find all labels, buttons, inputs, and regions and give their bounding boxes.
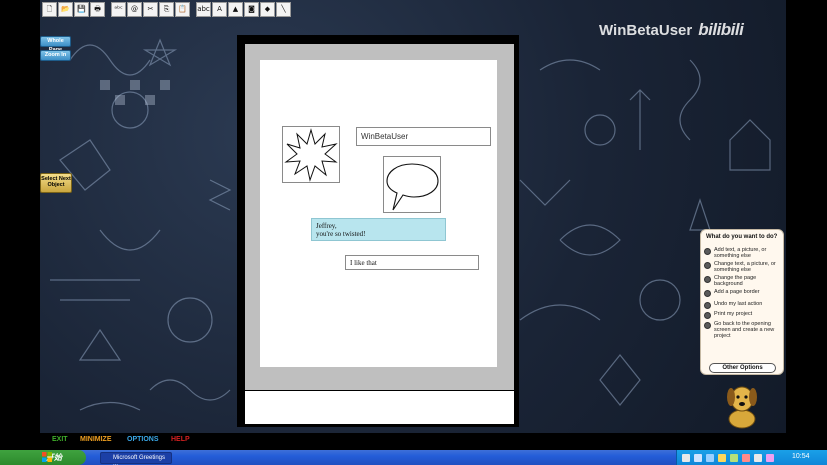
desktop-screen: 🗋📂💾🖶 ᵃᵇᶜ@✂⎘📋 abcA▲◙◆╲ Whole Page Zoom In S…: [0, 0, 827, 465]
taskbar-item-greetings[interactable]: Microsoft Greetings ...: [100, 452, 172, 465]
help-panel-title: What do you want to do?: [706, 234, 778, 240]
minimize-button[interactable]: MINIMIZE: [80, 436, 112, 443]
dog-mascot-icon[interactable]: [722, 379, 762, 429]
message-line-1: Jeffrey,: [316, 222, 337, 230]
help-option[interactable]: Undo my last action: [704, 301, 780, 309]
options-button[interactable]: OPTIONS: [127, 436, 159, 443]
title-text-box[interactable]: WinBetaUser: [356, 127, 491, 146]
help-option-label: Add text, a picture, or something else: [714, 247, 767, 259]
copy-icon[interactable]: ⎘: [159, 2, 174, 17]
toolbar: 🗋 📂 💾 🖶 ᵃᵇᶜ @ ✂ ⎘ 📋 abc A ▲ ◙ ◆ ╲: [42, 2, 291, 18]
font-icon[interactable]: abc: [196, 2, 211, 17]
shapes-icon[interactable]: ◆: [260, 2, 275, 17]
exit-button[interactable]: EXIT: [52, 436, 68, 443]
toolbar-separator: [106, 2, 110, 18]
new-page-icon[interactable]: 🗋: [42, 2, 57, 17]
help-option-bullet-icon: [704, 322, 711, 329]
card-page[interactable]: [260, 60, 497, 367]
page-bottom-panel: [245, 391, 514, 424]
save-icon[interactable]: 💾: [74, 2, 89, 17]
tray-antivirus-icon[interactable]: [742, 454, 750, 462]
help-option-label: Go back to the opening screen and create…: [714, 321, 775, 339]
message-text-box[interactable]: Jeffrey, you're so twisted!: [311, 218, 446, 241]
zoom-in-button[interactable]: Zoom In: [40, 50, 71, 61]
help-option-bullet-icon: [704, 290, 711, 297]
watermark-username: WinBetaUser: [599, 21, 693, 39]
help-option-label: Add a page border: [714, 289, 760, 295]
cut-icon[interactable]: ✂: [143, 2, 158, 17]
spell-check-icon[interactable]: ᵃᵇᶜ: [111, 2, 126, 17]
speech-bubble-icon: [386, 163, 439, 211]
tray-app-icon[interactable]: [766, 454, 774, 462]
paste-icon[interactable]: 📋: [175, 2, 190, 17]
open-folder-icon[interactable]: 📂: [58, 2, 73, 17]
tray-safe-remove-icon[interactable]: [706, 454, 714, 462]
text-icon[interactable]: A: [212, 2, 227, 17]
like-text-box[interactable]: I like that: [345, 255, 479, 270]
help-panel: What do you want to do? Add text, a pict…: [700, 229, 784, 375]
bilibili-logo: bilibili: [698, 20, 744, 39]
tray-keyboard-icon[interactable]: [682, 454, 690, 462]
help-option-label: Change the page background: [714, 275, 757, 287]
other-options-button[interactable]: Other Options: [709, 363, 776, 373]
select-next-object-button[interactable]: Select Next Object: [40, 173, 72, 193]
help-options-list: Add text, a picture, or something else Ch…: [704, 247, 780, 339]
starburst-shape-object[interactable]: [282, 126, 340, 183]
help-option[interactable]: Go back to the opening screen and create…: [704, 321, 780, 339]
message-line-2: you're so twisted!: [316, 230, 366, 238]
print-icon[interactable]: 🖶: [90, 2, 105, 17]
help-option[interactable]: Change text, a picture, or something els…: [704, 261, 780, 273]
help-option-label: Print my project: [714, 311, 753, 317]
help-option-label: Change text, a picture, or something els…: [714, 261, 776, 273]
help-option-bullet-icon: [704, 312, 711, 319]
help-option-bullet-icon: [704, 262, 711, 269]
camera-icon[interactable]: ◙: [244, 2, 259, 17]
help-option-bullet-icon: [704, 248, 711, 255]
help-option[interactable]: Add a page border: [704, 289, 780, 297]
speech-bubble-object[interactable]: [383, 156, 441, 213]
line-icon[interactable]: ╲: [276, 2, 291, 17]
clock: 10:54: [792, 453, 810, 460]
help-option[interactable]: Add text, a picture, or something else: [704, 247, 780, 259]
help-option-label: Undo my last action: [714, 301, 763, 307]
help-option[interactable]: Change the page background: [704, 275, 780, 287]
help-option-bullet-icon: [704, 276, 711, 283]
tray-volume-icon[interactable]: [718, 454, 726, 462]
windows-flag-icon: [42, 452, 52, 462]
help-option[interactable]: Print my project: [704, 311, 780, 319]
watermark: WinBetaUser bilibili: [599, 20, 744, 40]
email-icon[interactable]: @: [127, 2, 142, 17]
tray-security-icon[interactable]: [730, 454, 738, 462]
help-button[interactable]: HELP: [171, 436, 190, 443]
tray-network-icon[interactable]: [694, 454, 702, 462]
tray-display-icon[interactable]: [754, 454, 762, 462]
help-option-bullet-icon: [704, 302, 711, 309]
whole-page-button[interactable]: Whole Page: [40, 36, 71, 53]
starburst-icon: [284, 128, 338, 182]
picture-icon[interactable]: ▲: [228, 2, 243, 17]
toolbar-separator: [191, 2, 195, 18]
